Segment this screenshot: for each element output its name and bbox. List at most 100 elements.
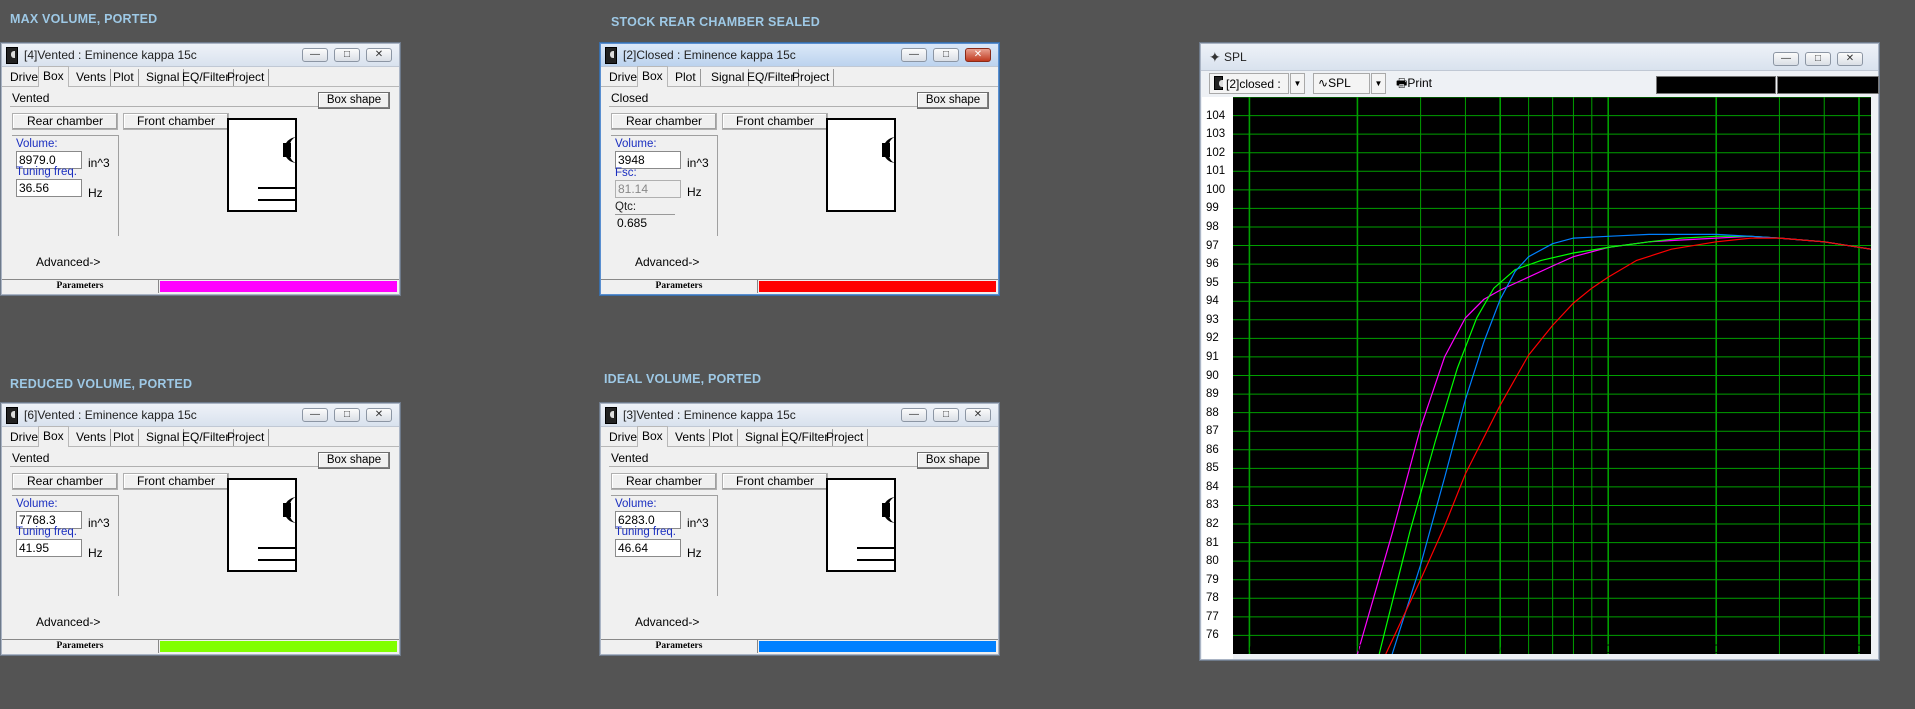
advanced-link[interactable]: Advanced-> — [635, 255, 699, 269]
rear-chamber-button[interactable]: Rear chamber — [12, 113, 118, 130]
y-tick-label: 104 — [1206, 109, 1226, 122]
y-tick-label: 94 — [1206, 295, 1219, 308]
close-button[interactable]: ✕ — [1837, 52, 1863, 66]
close-button[interactable]: ✕ — [965, 48, 991, 62]
close-button[interactable]: ✕ — [965, 408, 991, 422]
graph-type-selector[interactable]: ∿SPL — [1313, 73, 1370, 94]
tab-box[interactable]: Box — [637, 426, 668, 447]
front-chamber-button[interactable]: Front chamber — [722, 113, 828, 130]
minimize-button[interactable]: — — [901, 48, 927, 62]
printer-icon: 🖶 — [1396, 76, 1408, 90]
qtc-label: Qtc: — [615, 201, 637, 213]
tuning-freq-input[interactable]: 41.95 — [16, 539, 82, 557]
box-shape-button[interactable]: Box shape — [318, 92, 390, 109]
rear-chamber-button[interactable]: Rear chamber — [611, 113, 717, 130]
parameters-label[interactable]: Parameters — [601, 280, 758, 293]
window-titlebar[interactable]: [4]Vented : Eminence kappa 15c — □ ✕ — [2, 44, 399, 67]
y-tick-label: 83 — [1206, 499, 1219, 512]
port-line-bottom — [857, 559, 894, 561]
maximize-button[interactable]: □ — [334, 408, 360, 422]
tab-project[interactable]: Project — [788, 69, 835, 86]
y-tick-label: 82 — [1206, 518, 1219, 531]
driver-icon — [605, 407, 617, 424]
tab-plot[interactable]: Plot — [109, 69, 139, 86]
parameters-label[interactable]: Parameters — [2, 640, 159, 653]
tab-box[interactable]: Box — [38, 426, 69, 447]
tab-plot[interactable]: Plot — [109, 429, 139, 446]
maximize-button[interactable]: □ — [334, 48, 360, 62]
tab-project[interactable]: Project — [822, 429, 869, 446]
print-button[interactable]: 🖶Print — [1391, 73, 1447, 94]
box-shape-button[interactable]: Box shape — [318, 452, 390, 469]
caption-ideal-volume: IDEAL VOLUME, PORTED — [604, 372, 762, 386]
parameters-label[interactable]: Parameters — [2, 280, 159, 293]
box-shape-button[interactable]: Box shape — [917, 452, 989, 469]
caption-max-volume: MAX VOLUME, PORTED — [10, 12, 158, 26]
tab-box[interactable]: Box — [637, 66, 668, 87]
curve-color-swatch[interactable] — [160, 641, 397, 652]
tuning-freq-label: Tuning freq. — [16, 526, 77, 538]
spl-titlebar[interactable]: ✦ SPL — □ ✕ — [1201, 44, 1878, 71]
tuning-freq-input[interactable]: 36.56 — [16, 179, 82, 197]
fsc-input: 81.14 — [615, 180, 681, 198]
maximize-button[interactable]: □ — [933, 408, 959, 422]
tab-plot[interactable]: Plot — [708, 429, 738, 446]
advanced-link[interactable]: Advanced-> — [36, 615, 100, 629]
volume-unit: in^3 — [687, 516, 709, 530]
window-titlebar[interactable]: [3]Vented : Eminence kappa 15c — □ ✕ — [601, 404, 998, 427]
readout-box-1 — [1656, 76, 1776, 94]
curve-selector[interactable]: [2]closed : — [1209, 73, 1289, 94]
spl-star-icon: ✦ — [1209, 49, 1221, 65]
front-chamber-button[interactable]: Front chamber — [722, 473, 828, 490]
curve-color-swatch[interactable] — [160, 281, 397, 292]
rear-chamber-button[interactable]: Rear chamber — [611, 473, 717, 490]
tab-project[interactable]: Project — [223, 69, 270, 86]
tab-project[interactable]: Project — [223, 429, 270, 446]
spl-plot-area[interactable] — [1233, 96, 1872, 655]
close-button[interactable]: ✕ — [366, 408, 392, 422]
graph-type-dropdown-icon[interactable]: ▼ — [1371, 73, 1386, 94]
minimize-button[interactable]: — — [901, 408, 927, 422]
advanced-link[interactable]: Advanced-> — [36, 255, 100, 269]
x-tick-label: 10 — [1242, 642, 1257, 656]
curve-color-swatch[interactable] — [759, 281, 996, 292]
tab-plot[interactable]: Plot — [671, 69, 701, 86]
driver-magnet-icon — [882, 143, 890, 157]
driver-icon — [1214, 76, 1223, 90]
tuning-freq-label: Tuning freq. — [16, 166, 77, 178]
window-titlebar[interactable]: [2]Closed : Eminence kappa 15c — □ ✕ — [601, 44, 998, 67]
tab-vents[interactable]: Vents — [72, 69, 112, 86]
box-preview — [826, 118, 896, 212]
x-tick-label: 500 — [1848, 642, 1870, 656]
rear-chamber-button[interactable]: Rear chamber — [12, 473, 118, 490]
box-type-field: Vented — [10, 91, 326, 107]
curve-selector-dropdown-icon[interactable]: ▼ — [1290, 73, 1305, 94]
tab-vents[interactable]: Vents — [72, 429, 112, 446]
close-button[interactable]: ✕ — [366, 48, 392, 62]
spl-curve-4 — [1385, 237, 1872, 655]
box-shape-button[interactable]: Box shape — [917, 92, 989, 109]
front-chamber-button[interactable]: Front chamber — [123, 113, 229, 130]
tuning-freq-unit: Hz — [88, 186, 103, 200]
print-label: Print — [1407, 76, 1433, 90]
maximize-button[interactable]: □ — [1805, 52, 1831, 66]
minimize-button[interactable]: — — [1773, 52, 1799, 66]
tuning-freq-input[interactable]: 46.64 — [615, 539, 681, 557]
minimize-button[interactable]: — — [302, 48, 328, 62]
front-chamber-button[interactable]: Front chamber — [123, 473, 229, 490]
parameters-label[interactable]: Parameters — [601, 640, 758, 653]
minimize-button[interactable]: — — [302, 408, 328, 422]
y-tick-label: 78 — [1206, 592, 1219, 605]
port-line-top — [258, 547, 295, 549]
box-type-field: Vented — [10, 451, 326, 467]
tab-vents[interactable]: Vents — [671, 429, 711, 446]
window-titlebar[interactable]: [6]Vented : Eminence kappa 15c — □ ✕ — [2, 404, 399, 427]
port-line-top — [857, 547, 894, 549]
spl-window: ✦ SPL — □ ✕ [2]closed : ▼ ∿SPL ▼ 🖶Print … — [1200, 43, 1879, 660]
curve-color-swatch[interactable] — [759, 641, 996, 652]
advanced-link[interactable]: Advanced-> — [635, 615, 699, 629]
tab-box[interactable]: Box — [38, 66, 69, 87]
volume-unit: in^3 — [687, 156, 709, 170]
caption-stock-sealed: STOCK REAR CHAMBER SEALED — [611, 15, 820, 29]
maximize-button[interactable]: □ — [933, 48, 959, 62]
